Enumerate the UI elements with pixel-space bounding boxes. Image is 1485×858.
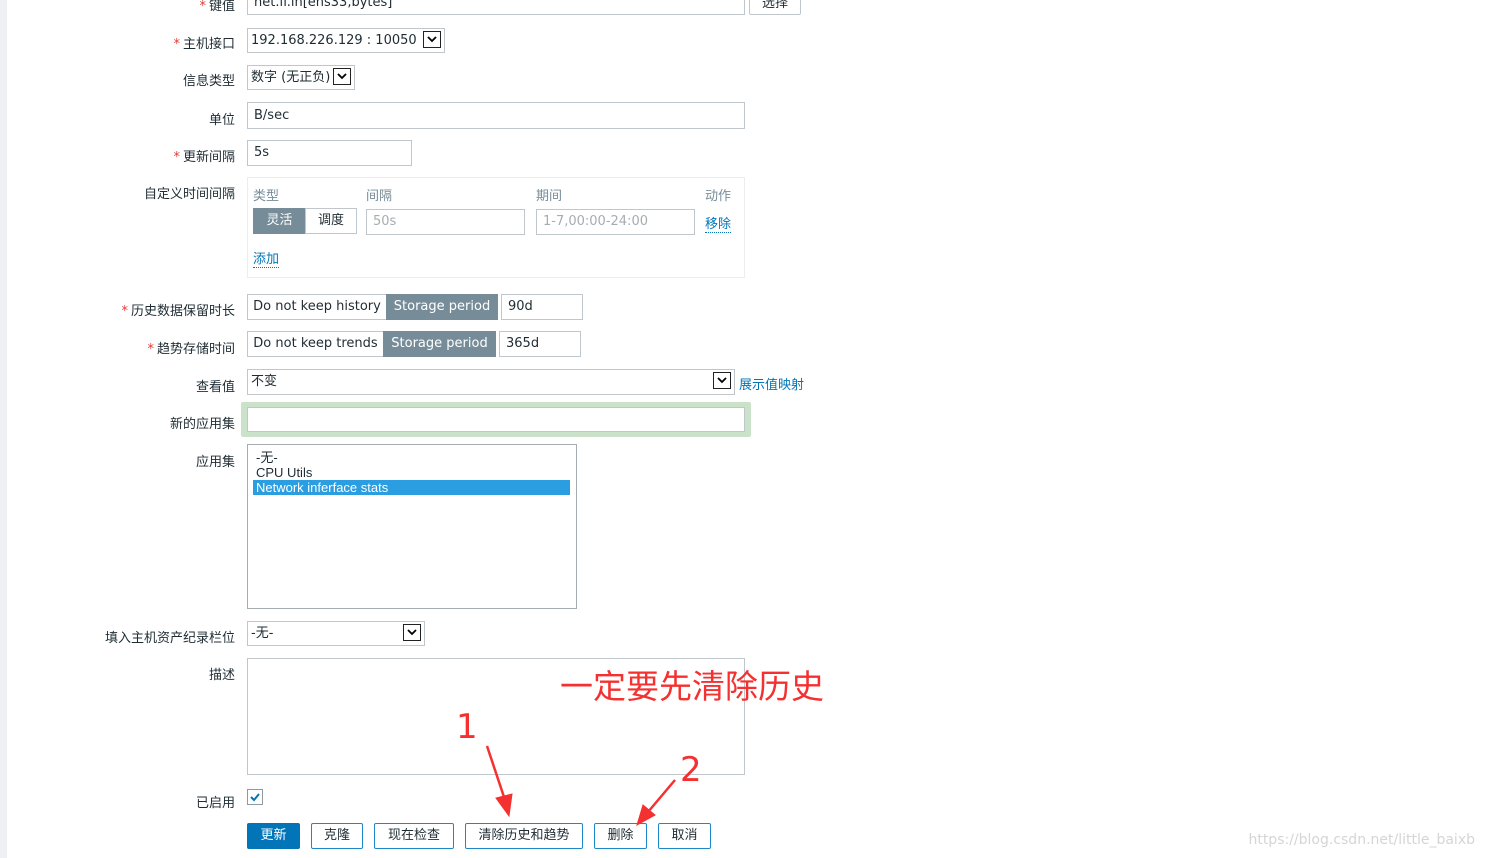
annotation-arrows <box>485 745 676 827</box>
watermark: https://blog.csdn.net/little_baixb <box>1248 832 1475 848</box>
arrow-to-delete <box>636 779 676 827</box>
arrow-to-clear-history <box>485 745 513 818</box>
